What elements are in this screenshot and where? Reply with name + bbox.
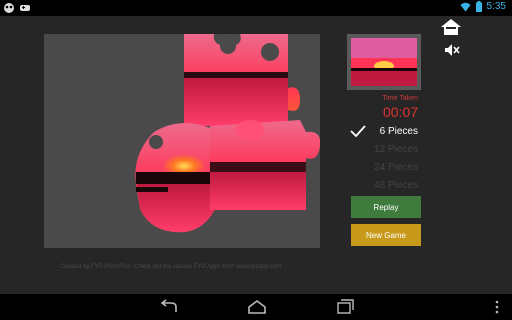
status-time: 5:35 (486, 1, 506, 12)
option-24-pieces[interactable]: 24 Pieces (352, 162, 418, 173)
nav-home-icon[interactable] (246, 298, 268, 316)
wifi-icon (460, 2, 471, 11)
time-taken-value: 00:07 (382, 104, 418, 120)
puzzle-piece-right[interactable] (210, 120, 320, 210)
home-button[interactable] (440, 18, 462, 36)
option-6-pieces[interactable]: 6 Pieces (352, 126, 418, 137)
navigation-bar (0, 294, 512, 320)
new-game-button[interactable]: New Game (351, 224, 421, 246)
puzzle-piece-top[interactable] (184, 34, 300, 126)
overflow-menu-icon[interactable] (492, 298, 502, 316)
battery-icon (475, 1, 482, 12)
time-taken-label: Time Taken (382, 95, 418, 102)
option-48-pieces[interactable]: 48 Pieces (352, 180, 418, 191)
replay-button[interactable]: Replay (351, 196, 421, 218)
credit-text: Created by FYD PhotoFun. Check out the v… (60, 264, 282, 270)
puzzle-pieces[interactable] (44, 34, 320, 248)
option-12-pieces[interactable]: 12 Pieces (352, 144, 418, 155)
alien-icon (4, 3, 14, 13)
app-area: Time Taken 00:07 6 Pieces 12 Pieces 24 P… (0, 16, 512, 294)
back-icon[interactable] (158, 298, 180, 316)
puzzle-board (44, 34, 320, 248)
mute-button[interactable] (444, 43, 460, 57)
preview-thumbnail (347, 34, 421, 90)
recent-apps-icon[interactable] (334, 298, 356, 316)
preview-image (351, 38, 417, 86)
status-bar: 5:35 (0, 0, 512, 16)
game-controller-icon (20, 5, 30, 11)
